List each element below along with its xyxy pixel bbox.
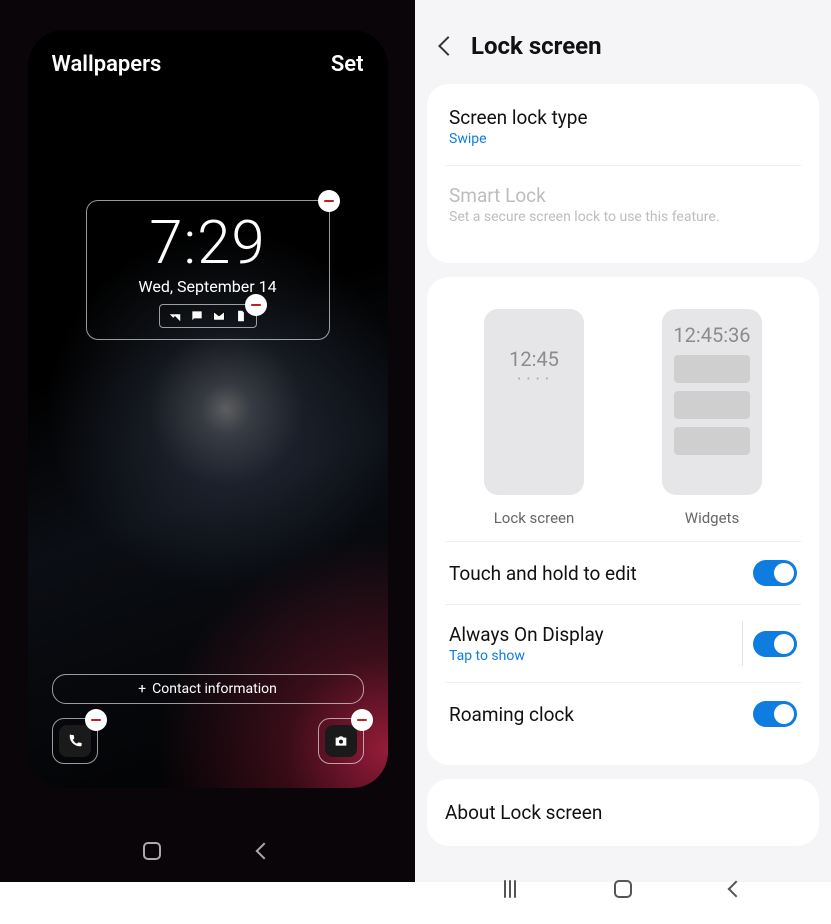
about-card[interactable]: About Lock screen <box>427 779 819 846</box>
mini-clock-time: 12:45 <box>484 347 584 371</box>
lockscreen-preview-col[interactable]: 12:45 • • • • Lock screen <box>484 309 584 527</box>
widgets-preview-label: Widgets <box>685 509 739 527</box>
remove-left-shortcut-badge[interactable] <box>85 709 107 731</box>
lockscreen-preview-frame: Wallpapers Set 7:29 Wed, September 14 + … <box>28 30 388 788</box>
aod-sub: Tap to show <box>449 648 604 664</box>
mini-clock-dots: • • • • <box>484 375 584 385</box>
message-icon <box>190 309 204 323</box>
roaming-clock-row[interactable]: Roaming clock <box>445 682 801 745</box>
phone-icon <box>59 725 91 757</box>
roaming-clock-toggle[interactable] <box>753 701 797 727</box>
right-shortcut[interactable] <box>318 718 364 764</box>
screen-lock-type-label: Screen lock type <box>449 106 588 129</box>
nav-back-icon[interactable] <box>728 881 745 898</box>
widgets-mini-preview: 12:45:36 <box>662 309 762 495</box>
remove-right-shortcut-badge[interactable] <box>351 709 373 731</box>
aod-row[interactable]: Always On Display Tap to show <box>445 604 801 682</box>
remove-clock-badge[interactable] <box>318 190 340 212</box>
page-title: Lock screen <box>471 32 602 60</box>
clock-time: 7:29 <box>149 213 265 273</box>
missed-call-icon <box>168 309 182 323</box>
right-system-navbar <box>415 860 831 924</box>
preview-row: 12:45 • • • • Lock screen 12:45:36 Widge… <box>445 297 801 531</box>
notification-icon-row[interactable] <box>159 304 257 328</box>
lockscreen-mini-preview: 12:45 • • • • <box>484 309 584 495</box>
settings-header: Lock screen <box>415 0 831 84</box>
preview-and-toggles-card: 12:45 • • • • Lock screen 12:45:36 Widge… <box>427 277 819 765</box>
mail-icon <box>212 309 226 323</box>
left-shortcut[interactable] <box>52 718 98 764</box>
wallpapers-button[interactable]: Wallpapers <box>52 52 162 77</box>
contact-info-label: Contact information <box>152 681 277 697</box>
clock-date: Wed, September 14 <box>138 277 276 296</box>
lock-type-card: Screen lock type Swipe Smart Lock Set a … <box>427 84 819 263</box>
nav-home-icon[interactable] <box>614 880 632 898</box>
plus-icon: + <box>138 681 146 697</box>
touch-hold-label: Touch and hold to edit <box>449 562 637 585</box>
touch-hold-row[interactable]: Touch and hold to edit <box>445 541 801 604</box>
nav-recents-icon[interactable] <box>504 880 516 898</box>
back-icon[interactable] <box>438 36 458 56</box>
screen-lock-type-row[interactable]: Screen lock type Swipe <box>445 104 801 165</box>
smart-lock-row: Smart Lock Set a secure screen lock to u… <box>445 165 801 243</box>
camera-icon <box>325 725 357 757</box>
widgets-preview-col[interactable]: 12:45:36 Widgets <box>662 309 762 527</box>
clock-widget[interactable]: 7:29 Wed, September 14 <box>86 200 330 340</box>
nav-home-icon[interactable] <box>141 840 163 862</box>
smart-lock-sub: Set a secure screen lock to use this fea… <box>449 209 720 225</box>
touch-hold-toggle[interactable] <box>753 560 797 586</box>
set-button[interactable]: Set <box>331 52 364 77</box>
nav-back-icon[interactable] <box>253 840 275 862</box>
smart-lock-label: Smart Lock <box>449 184 720 207</box>
about-label: About Lock screen <box>445 801 602 824</box>
remove-icons-badge[interactable] <box>245 294 267 316</box>
left-system-navbar <box>0 840 415 862</box>
editor-topbar: Wallpapers Set <box>28 52 388 77</box>
screen-lock-type-value: Swipe <box>449 131 588 147</box>
aod-toggle[interactable] <box>753 631 797 657</box>
aod-label: Always On Display <box>449 623 604 646</box>
roaming-clock-label: Roaming clock <box>449 703 574 726</box>
wallpaper-editor-pane: Wallpapers Set 7:29 Wed, September 14 + … <box>0 0 415 882</box>
mini-widgets-time: 12:45:36 <box>662 323 762 347</box>
contact-info-widget[interactable]: + Contact information <box>52 674 364 704</box>
lock-screen-settings-pane: Lock screen Screen lock type Swipe Smart… <box>415 0 831 882</box>
lockscreen-preview-label: Lock screen <box>494 509 575 527</box>
